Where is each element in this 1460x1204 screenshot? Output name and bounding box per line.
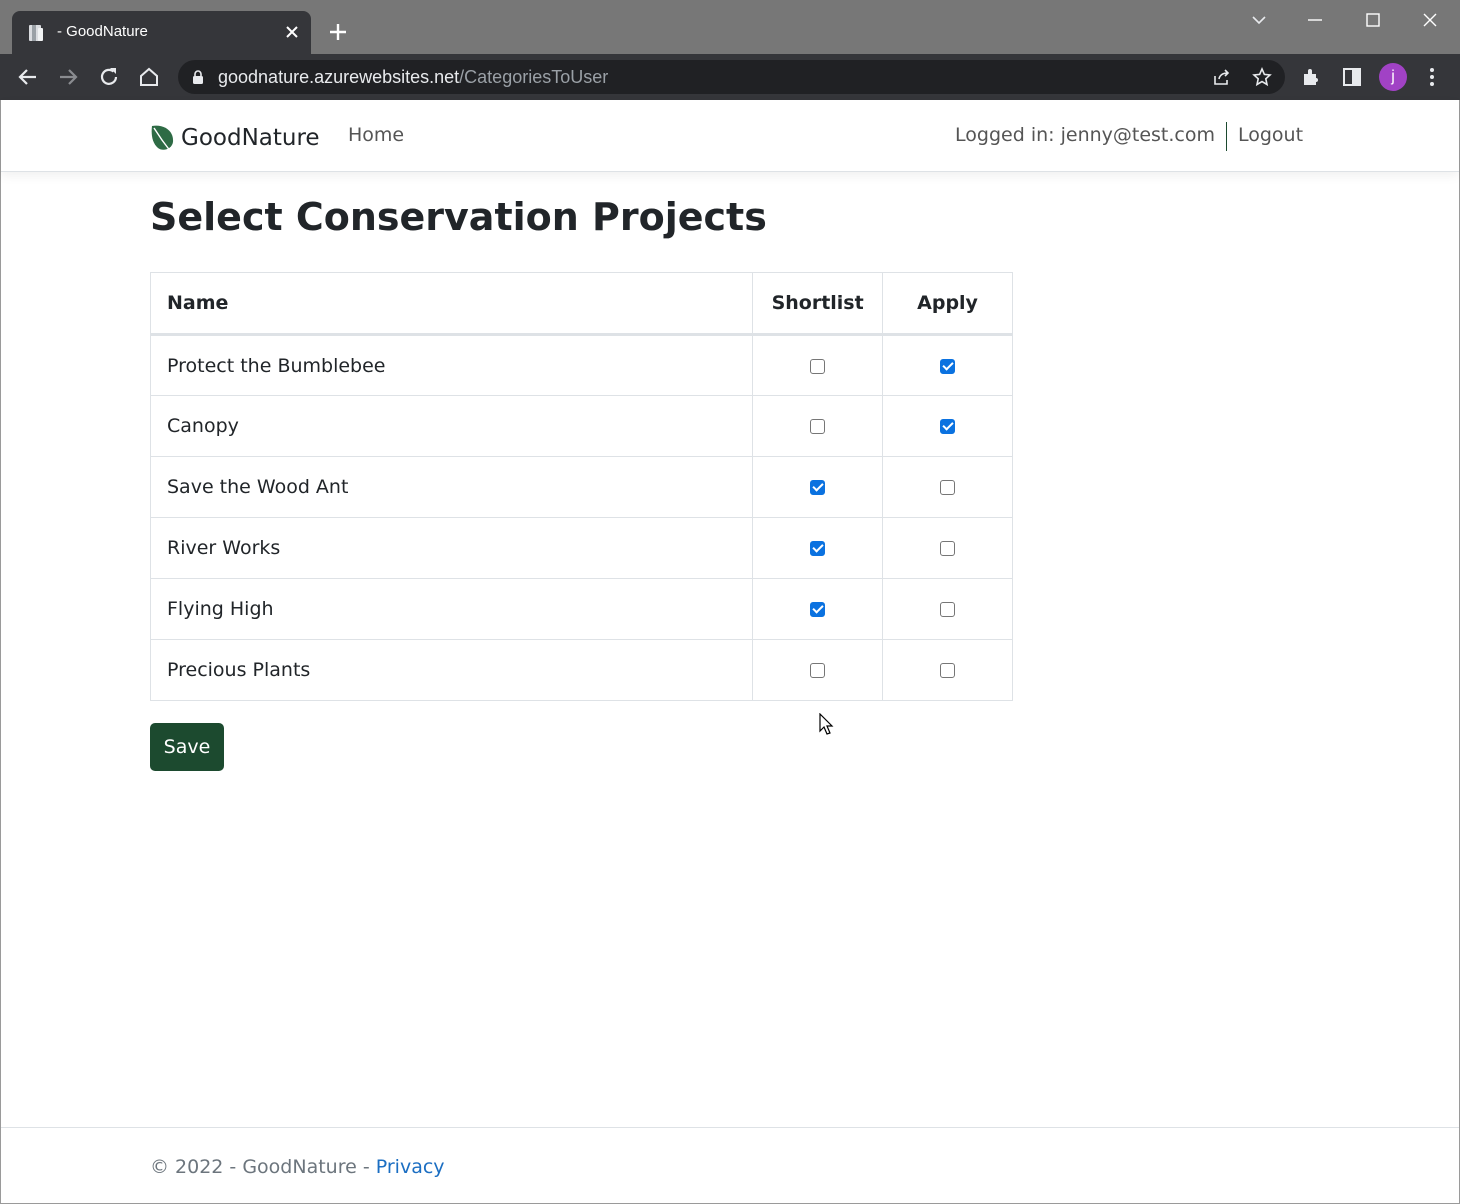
project-name: Flying High xyxy=(149,578,754,640)
apply-checkbox[interactable] xyxy=(940,541,956,556)
shortlist-checkbox[interactable] xyxy=(810,358,826,374)
url-host: goodnature.azurewebsites.net xyxy=(218,67,460,87)
address-bar[interactable]: goodnature.azurewebsites.net/CategoriesT… xyxy=(178,60,1285,94)
table-row: Protect the Bumblebee xyxy=(149,334,1013,396)
nav-home-link[interactable]: Home xyxy=(348,124,404,146)
forward-icon[interactable] xyxy=(55,64,81,90)
apply-checkbox[interactable] xyxy=(940,663,956,678)
nav-logout-link[interactable]: Logout xyxy=(1238,124,1303,146)
maximize-icon[interactable] xyxy=(1361,8,1385,32)
table-row: Canopy xyxy=(149,395,1013,457)
table-header-row: Name Shortlist Apply xyxy=(149,272,1013,335)
reload-icon[interactable] xyxy=(96,64,122,90)
site-navbar: GoodNature Home Logged in: jenny@test.co… xyxy=(1,100,1459,172)
menu-icon[interactable] xyxy=(1420,65,1444,89)
privacy-link[interactable]: Privacy xyxy=(376,1156,445,1178)
save-button[interactable]: Save xyxy=(150,723,224,771)
project-name: Protect the Bumblebee xyxy=(149,334,754,396)
profile-avatar[interactable]: j xyxy=(1379,63,1407,91)
project-name: Precious Plants xyxy=(149,639,754,701)
header-shortlist: Shortlist xyxy=(752,272,884,335)
nav-divider xyxy=(1226,122,1227,151)
project-name: Save the Wood Ant xyxy=(149,456,754,518)
apply-checkbox[interactable] xyxy=(940,602,956,617)
project-name: Canopy xyxy=(149,395,754,457)
footer-text: © 2022 - GoodNature - Privacy xyxy=(150,1156,445,1178)
project-name: River Works xyxy=(149,517,754,579)
site-footer: © 2022 - GoodNature - Privacy xyxy=(1,1127,1459,1203)
table-body: Protect the Bumblebee Canopy Save the Wo… xyxy=(149,334,1013,701)
header-apply: Apply xyxy=(882,272,1013,335)
chevron-down-icon[interactable] xyxy=(1247,8,1271,32)
browser-toolbar: goodnature.azurewebsites.net/CategoriesT… xyxy=(0,54,1460,100)
side-panel-icon[interactable] xyxy=(1340,65,1364,89)
header-name: Name xyxy=(149,272,754,335)
mouse-cursor-icon xyxy=(819,713,834,735)
brand-name: GoodNature xyxy=(181,125,320,151)
table-row: Save the Wood Ant xyxy=(149,456,1013,518)
table-row: Flying High xyxy=(149,578,1013,640)
share-icon[interactable] xyxy=(1212,67,1232,87)
home-icon[interactable] xyxy=(136,64,162,90)
url-path: /CategoriesToUser xyxy=(459,67,609,87)
apply-checkbox[interactable] xyxy=(940,419,956,434)
table-row: River Works xyxy=(149,517,1013,579)
tab-title: - GoodNature xyxy=(57,23,148,40)
shortlist-checkbox[interactable] xyxy=(810,602,826,617)
back-icon[interactable] xyxy=(15,64,41,90)
shortlist-checkbox[interactable] xyxy=(810,419,826,434)
url-text[interactable]: goodnature.azurewebsites.net/CategoriesT… xyxy=(218,67,608,88)
close-window-icon[interactable] xyxy=(1418,8,1442,32)
lock-icon[interactable] xyxy=(190,69,206,85)
web-page: GoodNature Home Logged in: jenny@test.co… xyxy=(0,100,1460,1204)
logged-in-text: Logged in: jenny@test.com xyxy=(955,124,1215,146)
shortlist-checkbox[interactable] xyxy=(810,480,826,495)
page-title: Select Conservation Projects xyxy=(150,195,767,239)
apply-checkbox[interactable] xyxy=(940,358,956,374)
extensions-icon[interactable] xyxy=(1300,65,1324,89)
minimize-icon[interactable] xyxy=(1303,8,1327,32)
projects-table: Name Shortlist Apply Protect the Bumbleb… xyxy=(149,272,1013,701)
close-icon[interactable] xyxy=(283,23,301,41)
browser-titlebar: - GoodNature xyxy=(0,0,1460,54)
brand-link[interactable]: GoodNature xyxy=(149,122,320,154)
apply-checkbox[interactable] xyxy=(940,480,956,495)
shortlist-checkbox[interactable] xyxy=(810,663,826,678)
favicon-icon xyxy=(29,25,43,41)
browser-tab[interactable]: - GoodNature xyxy=(12,11,311,54)
leaf-icon xyxy=(151,125,174,153)
star-icon[interactable] xyxy=(1252,67,1272,87)
shortlist-checkbox[interactable] xyxy=(810,541,826,556)
plus-icon[interactable] xyxy=(325,19,351,45)
table-row: Precious Plants xyxy=(149,639,1013,701)
footer-copyright: © 2022 - GoodNature - xyxy=(150,1156,376,1178)
